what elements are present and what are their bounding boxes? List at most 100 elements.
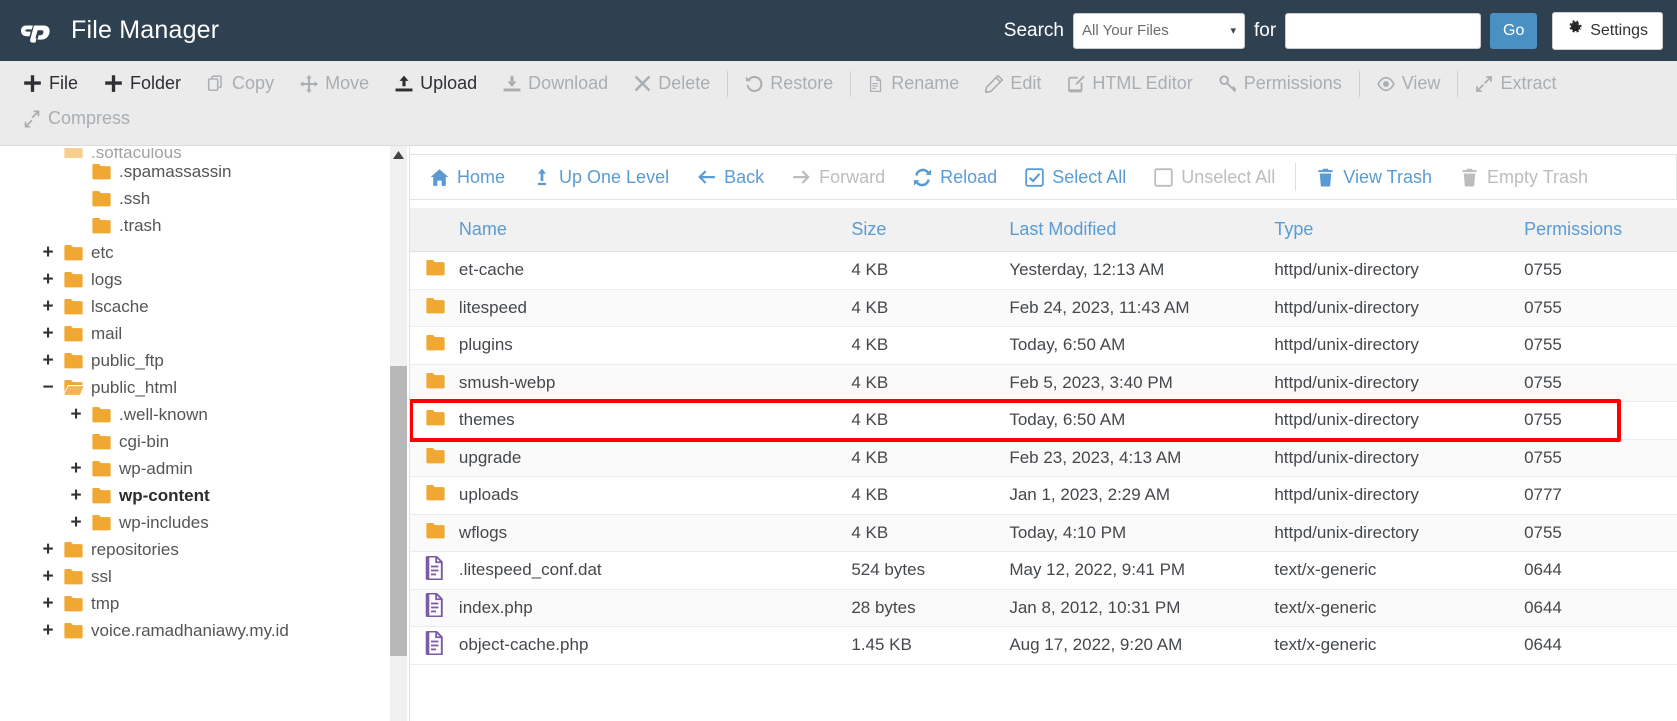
table-row[interactable]: plugins 4 KB Today, 6:50 AM httpd/unix-dire… bbox=[410, 326, 1677, 365]
sidebar-item-logs[interactable]: + logs bbox=[0, 266, 382, 293]
tree-expander-toggle[interactable]: − bbox=[40, 378, 56, 397]
sidebar-item-label: .spamassassin bbox=[119, 161, 232, 181]
up-arrow-icon bbox=[533, 168, 551, 186]
nav-item-home[interactable]: Home bbox=[416, 163, 519, 192]
table-row[interactable]: themes 4 KB Today, 6:50 AM httpd/unix-direc… bbox=[410, 401, 1677, 440]
toolbar-item-restore: Restore bbox=[732, 67, 846, 100]
row-name-cell[interactable]: plugins bbox=[458, 326, 852, 365]
tree-expander-toggle[interactable]: + bbox=[40, 324, 56, 343]
tree-expander-toggle[interactable]: + bbox=[40, 540, 56, 559]
sidebar-scrollbar-thumb[interactable] bbox=[390, 366, 407, 656]
toolbar-item-upload[interactable]: Upload bbox=[382, 67, 490, 100]
sidebar-item-wp-content[interactable]: + wp-content bbox=[0, 482, 382, 509]
tree-expander-toggle[interactable]: + bbox=[40, 270, 56, 289]
tree-expander-toggle[interactable]: + bbox=[40, 621, 56, 640]
tree-expander-toggle[interactable]: + bbox=[68, 486, 84, 505]
sidebar-item-spamassassin[interactable]: +.spamassassin bbox=[0, 158, 382, 185]
tree-expander-toggle[interactable]: + bbox=[40, 243, 56, 262]
sidebar-item-softaculous[interactable]: +.softaculous bbox=[0, 148, 382, 158]
row-modified-cell: Today, 6:50 AM bbox=[1009, 326, 1275, 365]
sidebar-item-public-html[interactable]: − public_html bbox=[0, 374, 382, 401]
row-icon-cell bbox=[410, 364, 459, 402]
nav-item-select-all[interactable]: Select All bbox=[1011, 163, 1140, 192]
go-button[interactable]: Go bbox=[1490, 12, 1538, 49]
tree-expander-toggle[interactable]: + bbox=[68, 513, 84, 532]
tree-expander-toggle[interactable]: + bbox=[40, 351, 56, 370]
row-name-cell[interactable]: index.php bbox=[458, 589, 852, 627]
table-row[interactable]: uploads 4 KB Jan 1, 2023, 2:29 AM httpd/uni… bbox=[410, 476, 1677, 515]
nav-item-up-one-level[interactable]: Up One Level bbox=[519, 163, 683, 192]
tree-expander-toggle[interactable]: + bbox=[40, 297, 56, 316]
row-name-cell[interactable]: litespeed bbox=[458, 289, 852, 327]
toolbar-item-file[interactable]: File bbox=[10, 67, 91, 100]
sidebar-item-voice-ramadhaniawy-my-id[interactable]: + voice.ramadhaniawy.my.id bbox=[0, 617, 382, 644]
row-modified-cell: May 12, 2022, 9:41 PM bbox=[1009, 551, 1275, 590]
row-name-cell[interactable]: uploads bbox=[458, 476, 852, 515]
row-name-cell[interactable]: et-cache bbox=[458, 251, 852, 290]
file-table: Name Size Last Modified Type Permissions… bbox=[410, 208, 1677, 665]
search-scope-select[interactable]: All Your Files ▾ bbox=[1073, 12, 1245, 49]
copy-icon bbox=[207, 74, 225, 93]
row-modified-cell: Yesterday, 12:13 AM bbox=[1009, 251, 1275, 290]
table-row[interactable]: object-cache.php 1.45 KB Aug 17, 2022, 9:2… bbox=[410, 626, 1677, 665]
column-header-permissions[interactable]: Permissions bbox=[1524, 208, 1677, 252]
row-type-cell: httpd/unix-directory bbox=[1274, 289, 1525, 327]
sidebar-item-well-known[interactable]: + .well-known bbox=[0, 401, 382, 428]
tree-expander-toggle[interactable]: + bbox=[68, 459, 84, 478]
nav-item-view-trash[interactable]: View Trash bbox=[1302, 163, 1446, 192]
folder-icon bbox=[62, 540, 85, 559]
tree-expander-toggle[interactable]: + bbox=[68, 405, 84, 424]
tree-expander-toggle[interactable]: + bbox=[40, 567, 56, 586]
sidebar-item-wp-admin[interactable]: + wp-admin bbox=[0, 455, 382, 482]
nav-item-reload[interactable]: Reload bbox=[899, 163, 1011, 192]
row-name-cell[interactable]: wflogs bbox=[458, 514, 852, 552]
sidebar-item-trash[interactable]: +.trash bbox=[0, 212, 382, 239]
folder-icon bbox=[62, 351, 85, 370]
row-type-cell: text/x-generic bbox=[1274, 626, 1525, 665]
sidebar-item-ssl[interactable]: + ssl bbox=[0, 563, 382, 590]
nav-item-back[interactable]: Back bbox=[683, 163, 778, 192]
settings-button[interactable]: Settings bbox=[1552, 11, 1663, 50]
row-icon-cell bbox=[410, 589, 459, 627]
tree-expander-toggle[interactable]: + bbox=[40, 594, 56, 613]
toolbar-item-folder[interactable]: Folder bbox=[91, 67, 194, 100]
column-header-type[interactable]: Type bbox=[1274, 208, 1525, 252]
sidebar-item-ssh[interactable]: +.ssh bbox=[0, 185, 382, 212]
toolbar-item-move: Move bbox=[287, 67, 382, 100]
row-modified-cell: Feb 24, 2023, 11:43 AM bbox=[1009, 289, 1275, 327]
row-name-cell[interactable]: smush-webp bbox=[458, 364, 852, 402]
toolbar-item-label: Move bbox=[325, 73, 370, 93]
row-name-cell[interactable]: .litespeed_conf.dat bbox=[458, 551, 852, 590]
table-row[interactable]: smush-webp 4 KB Feb 5, 2023, 3:40 PM httpd/… bbox=[410, 364, 1677, 402]
sidebar-item-etc[interactable]: + etc bbox=[0, 239, 382, 266]
row-name-cell[interactable]: upgrade bbox=[458, 439, 852, 477]
table-row[interactable]: .litespeed_conf.dat 524 bytes May 12, 2022… bbox=[410, 551, 1677, 590]
sidebar-item-cgi-bin[interactable]: +cgi-bin bbox=[0, 428, 382, 455]
file-icon bbox=[868, 75, 884, 93]
folder-icon bbox=[90, 189, 113, 208]
search-input[interactable] bbox=[1285, 12, 1482, 49]
column-header-last-modified[interactable]: Last Modified bbox=[1009, 208, 1275, 252]
scroll-up-arrow-icon[interactable] bbox=[390, 148, 407, 162]
sidebar-item-wp-includes[interactable]: + wp-includes bbox=[0, 509, 382, 536]
folder-icon bbox=[62, 243, 85, 262]
row-name-cell[interactable]: object-cache.php bbox=[458, 626, 852, 665]
table-row[interactable]: wflogs 4 KB Today, 4:10 PM httpd/unix-direc… bbox=[410, 514, 1677, 552]
table-row[interactable]: index.php 28 bytes Jan 8, 2012, 10:31 PM te… bbox=[410, 589, 1677, 627]
sidebar-item-label: voice.ramadhaniawy.my.id bbox=[91, 620, 289, 640]
sidebar-item-tmp[interactable]: + tmp bbox=[0, 590, 382, 617]
sidebar-item-label: .trash bbox=[119, 215, 162, 235]
sidebar-item-public-ftp[interactable]: + public_ftp bbox=[0, 347, 382, 374]
sidebar-item-lscache[interactable]: + lscache bbox=[0, 293, 382, 320]
table-row[interactable]: litespeed 4 KB Feb 24, 2023, 11:43 AM httpd… bbox=[410, 289, 1677, 327]
column-header-name[interactable]: Name bbox=[458, 208, 852, 252]
sidebar-item-mail[interactable]: + mail bbox=[0, 320, 382, 347]
row-name-cell[interactable]: themes bbox=[458, 401, 852, 440]
sidebar-item-repositories[interactable]: + repositories bbox=[0, 536, 382, 563]
row-icon-cell bbox=[410, 289, 459, 327]
toolbar-item-label: Copy bbox=[232, 73, 275, 93]
table-row[interactable]: upgrade 4 KB Feb 23, 2023, 4:13 AM httpd/un… bbox=[410, 439, 1677, 477]
nav-item-label: Forward bbox=[819, 166, 886, 187]
column-header-size[interactable]: Size bbox=[851, 208, 1010, 252]
table-row[interactable]: et-cache 4 KB Yesterday, 12:13 AM httpd/uni… bbox=[410, 251, 1677, 290]
